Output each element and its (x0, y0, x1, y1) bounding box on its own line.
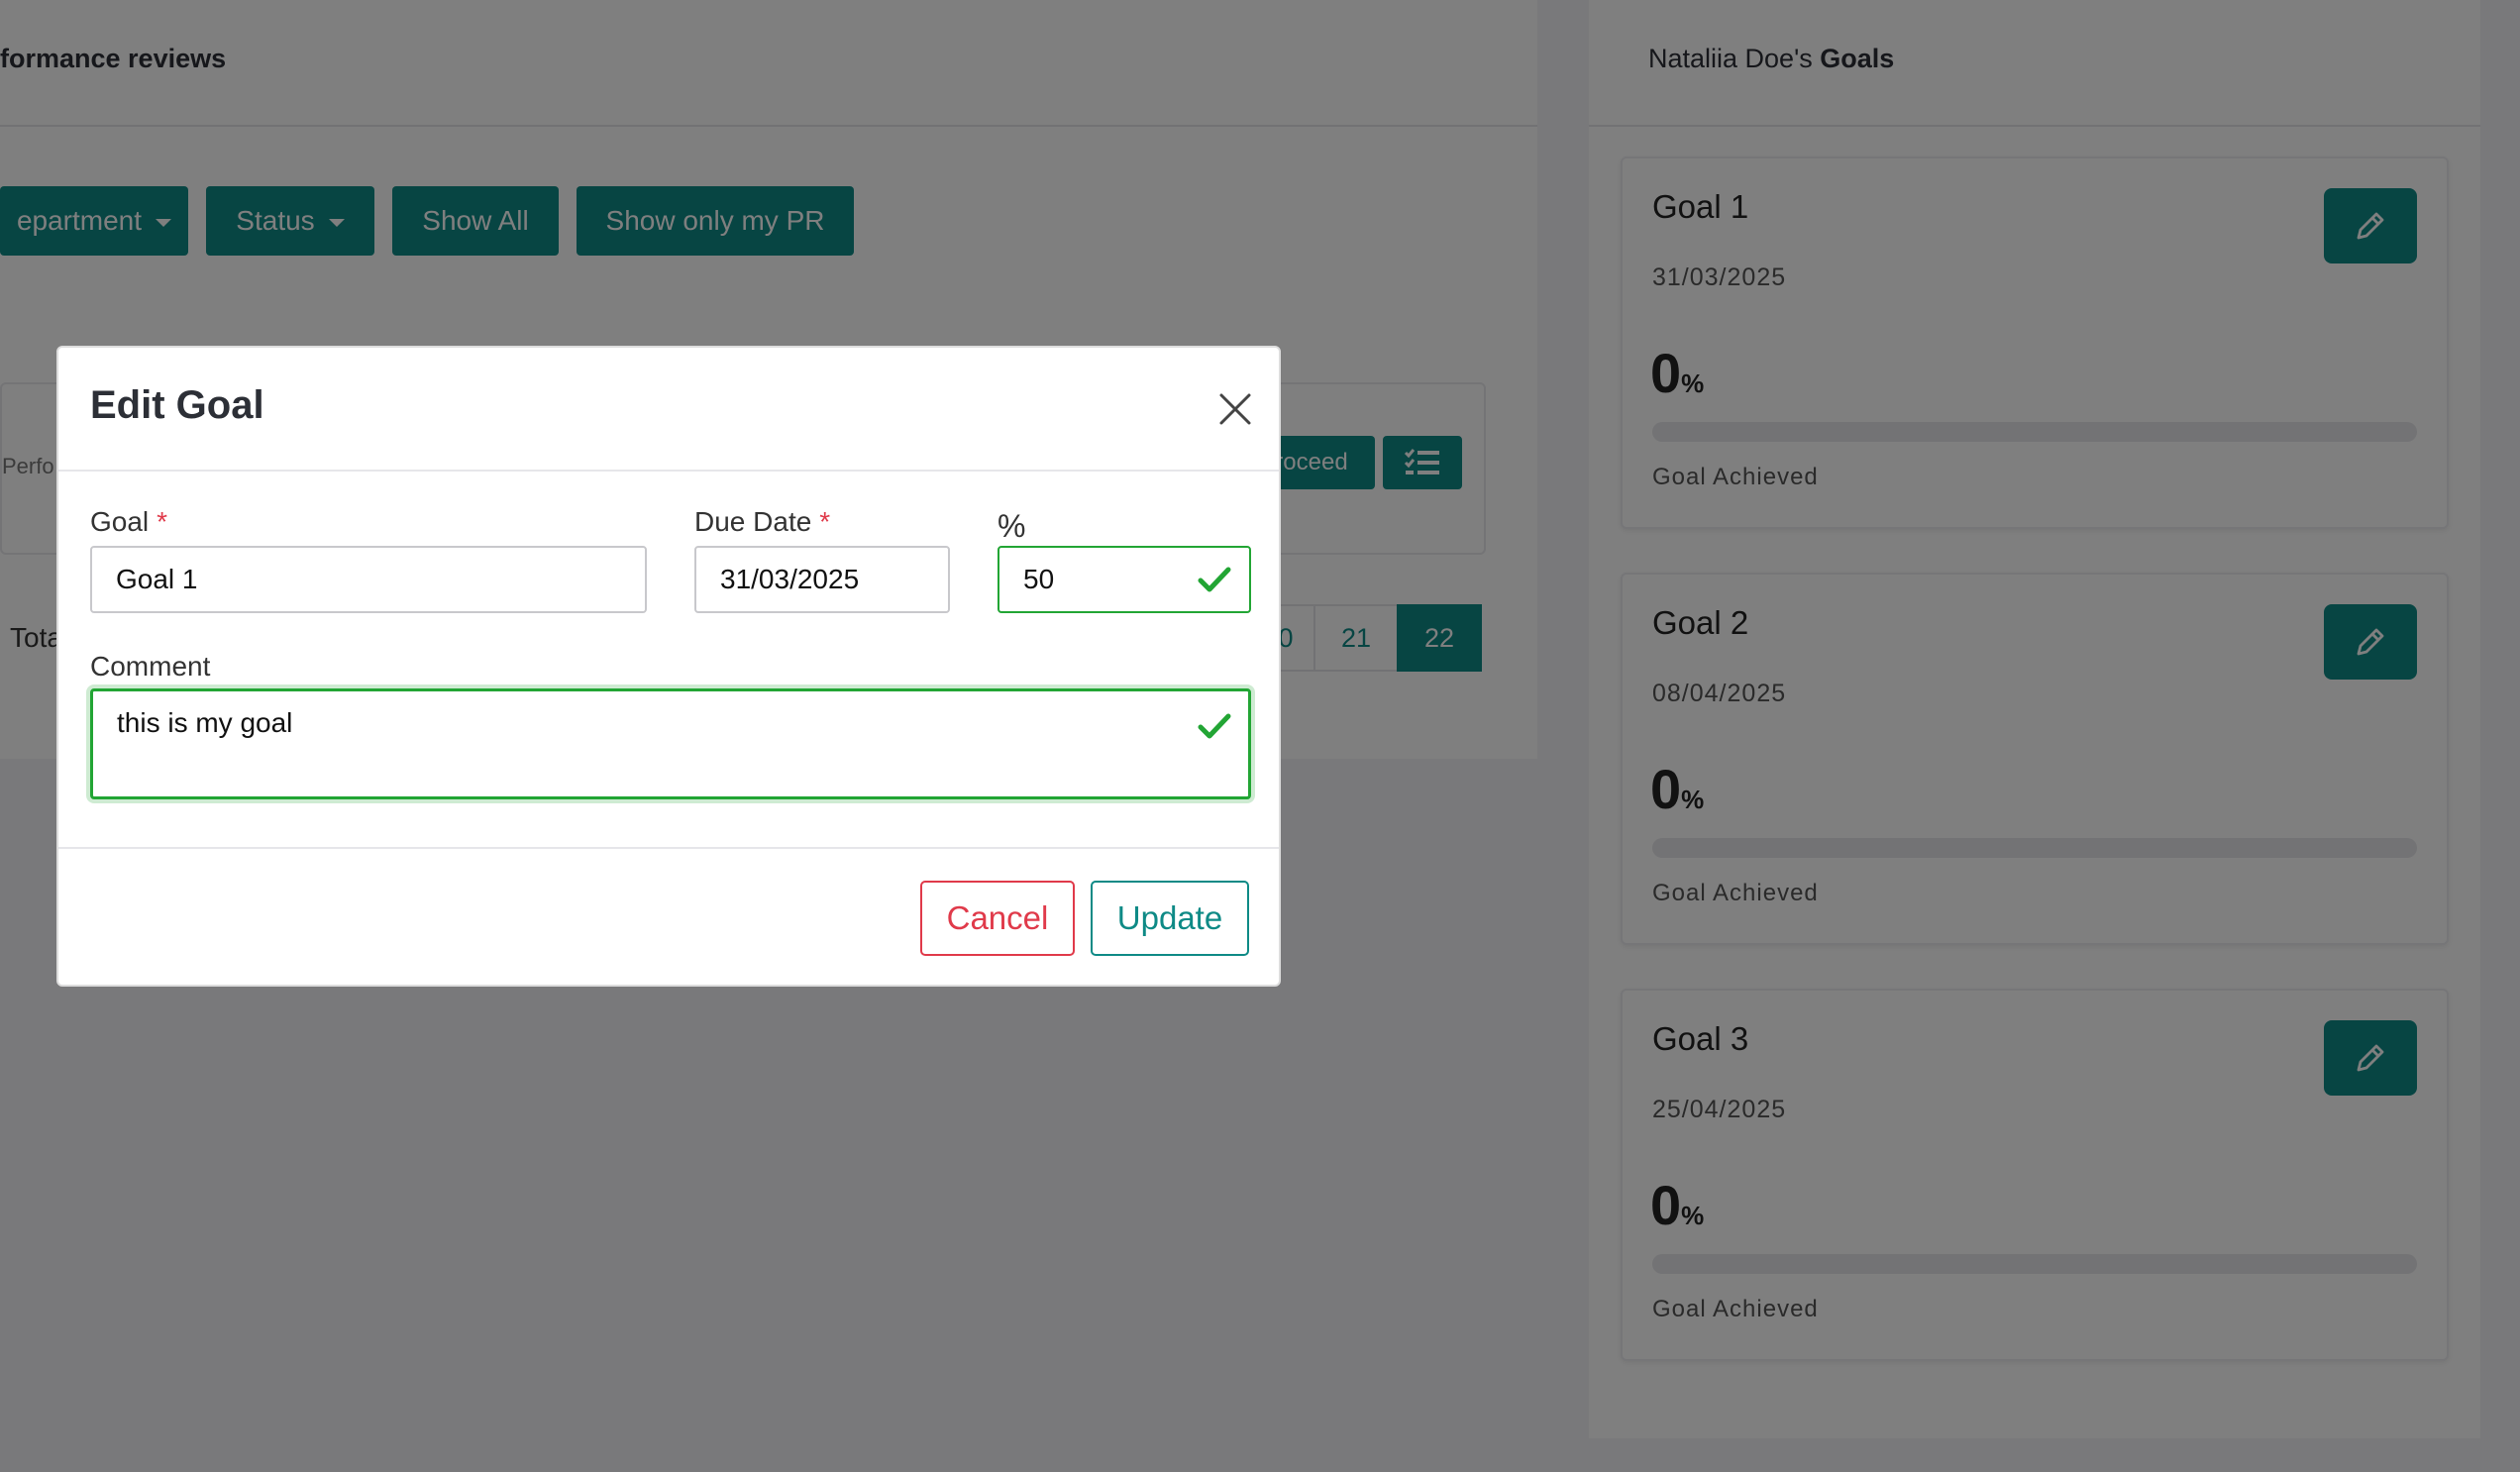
modal-title: Edit Goal (90, 383, 264, 427)
due-date-input[interactable] (694, 546, 950, 613)
cancel-button[interactable]: Cancel (920, 881, 1075, 956)
modal-footer-divider (58, 847, 1279, 849)
close-icon[interactable] (1215, 389, 1255, 429)
goal-label-text: Goal (90, 506, 150, 537)
update-button[interactable]: Update (1091, 881, 1249, 956)
checkmark-icon (1198, 567, 1231, 592)
due-date-label-text: Due Date (694, 506, 812, 537)
checkmark-icon (1198, 713, 1231, 739)
comment-textarea[interactable]: this is my goal (90, 688, 1251, 799)
required-mark: * (819, 506, 831, 537)
due-date-field-label: Due Date * (694, 506, 830, 538)
percent-field-label: % (998, 508, 1026, 544)
goal-field-label: Goal * (90, 506, 167, 538)
modal-header-divider (58, 470, 1279, 472)
edit-goal-modal: Edit Goal Goal* Due Date* % Comment this… (56, 346, 1281, 987)
goal-input[interactable] (90, 546, 647, 613)
required-mark: * (157, 506, 168, 537)
comment-field-label: Comment (90, 651, 211, 682)
